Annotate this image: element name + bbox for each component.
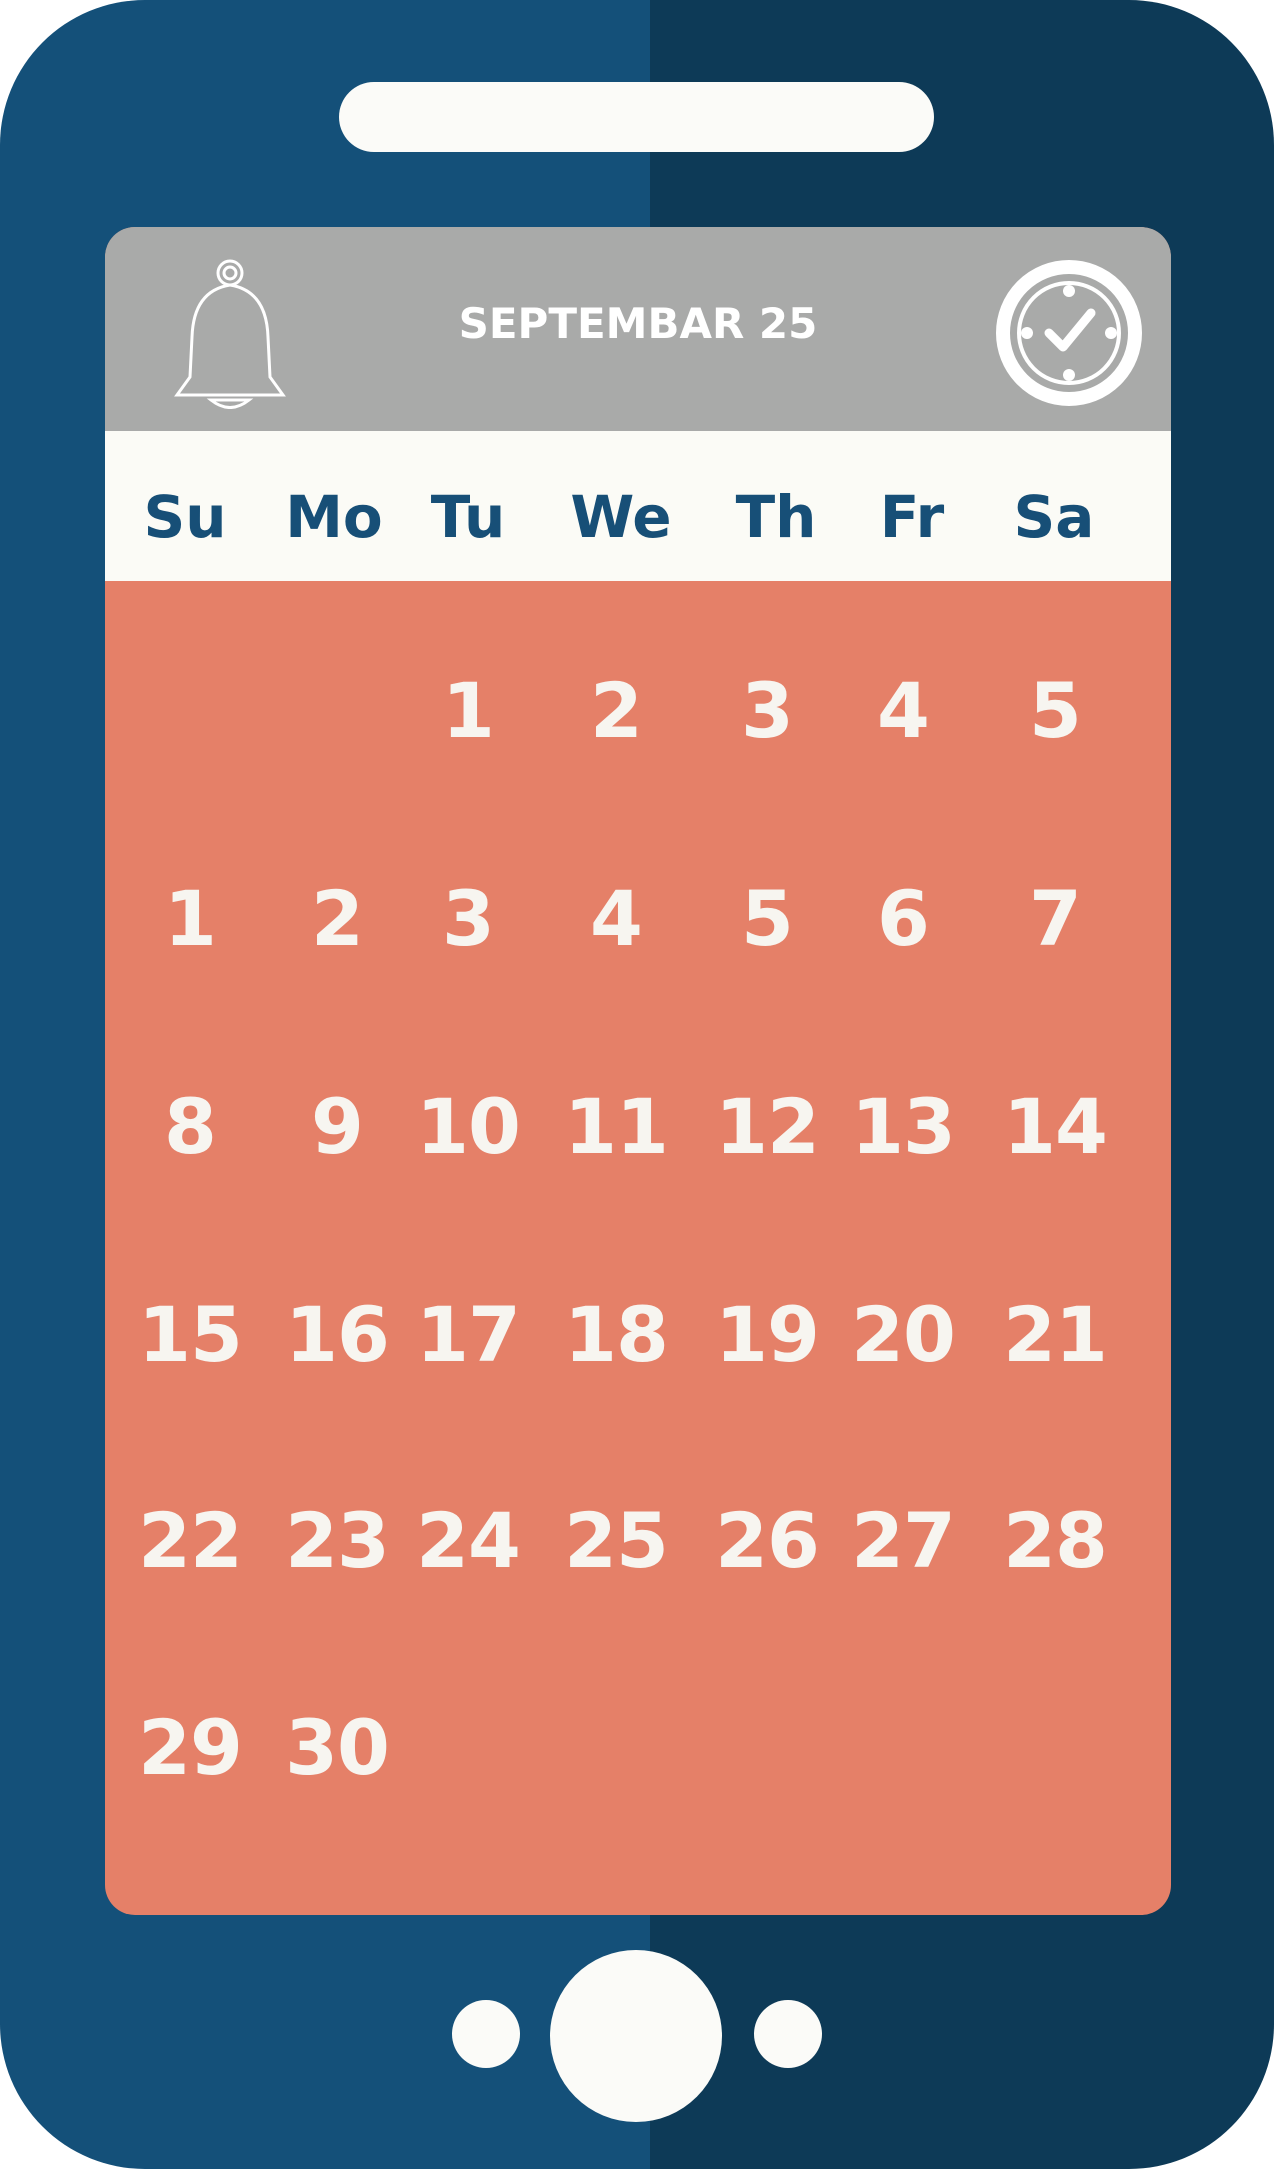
weekday-label: Mo	[285, 483, 383, 551]
calendar-day[interactable]: 3	[403, 879, 533, 959]
weekday-label: Su	[143, 483, 227, 551]
calendar-day[interactable]: 27	[838, 1501, 968, 1581]
calendar-day[interactable]: 6	[838, 879, 968, 959]
calendar-day[interactable]: 2	[272, 879, 402, 959]
calendar-header: SEPTEMBAR 25	[105, 227, 1171, 431]
calendar-day[interactable]: 14	[990, 1087, 1120, 1167]
calendar-day[interactable]: 11	[551, 1087, 681, 1167]
weekday-label: Sa	[1013, 483, 1095, 551]
calendar-day[interactable]: 7	[990, 879, 1120, 959]
calendar-day[interactable]: 24	[403, 1501, 533, 1581]
calendar-day[interactable]: 4	[551, 879, 681, 959]
speaker-slot	[339, 82, 934, 152]
phone-frame: SEPTEMBAR 25 Su Mo Tu We Th Fr Sa 1 2 3 …	[0, 0, 1274, 2169]
weekday-label: Fr	[879, 483, 945, 551]
calendar-day[interactable]: 22	[125, 1501, 255, 1581]
calendar-day[interactable]: 19	[702, 1295, 832, 1375]
calendar-day[interactable]: 1	[125, 879, 255, 959]
calendar-day[interactable]: 21	[990, 1295, 1120, 1375]
weekday-label: Th	[735, 483, 817, 551]
calendar-day[interactable]: 2	[551, 671, 681, 751]
calendar-day[interactable]: 20	[838, 1295, 968, 1375]
calendar-day[interactable]: 25	[551, 1501, 681, 1581]
left-soft-button[interactable]	[452, 2000, 520, 2068]
calendar-day[interactable]: 3	[702, 671, 832, 751]
weekday-label: We	[570, 483, 672, 551]
calendar-day[interactable]: 15	[125, 1295, 255, 1375]
calendar-day[interactable]: 12	[702, 1087, 832, 1167]
calendar-day[interactable]: 18	[551, 1295, 681, 1375]
calendar-day[interactable]: 23	[272, 1501, 402, 1581]
calendar-day[interactable]: 17	[403, 1295, 533, 1375]
calendar-day[interactable]: 4	[838, 671, 968, 751]
calendar-day[interactable]: 9	[272, 1087, 402, 1167]
calendar-day[interactable]: 8	[125, 1087, 255, 1167]
home-button[interactable]	[550, 1950, 722, 2122]
calendar-day[interactable]: 16	[272, 1295, 402, 1375]
right-soft-button[interactable]	[754, 2000, 822, 2068]
calendar-day-grid: 1 2 3 4 5 1 2 3 4 5 6 7 8 9 10 11 12 13 …	[105, 581, 1171, 1915]
calendar-day[interactable]: 5	[990, 671, 1120, 751]
calendar-day[interactable]: 30	[272, 1708, 402, 1788]
calendar-day[interactable]: 10	[403, 1087, 533, 1167]
weekday-header: Su Mo Tu We Th Fr Sa	[105, 431, 1171, 581]
calendar-day[interactable]: 13	[838, 1087, 968, 1167]
clock-check-icon[interactable]	[993, 257, 1145, 409]
calendar-day[interactable]: 26	[702, 1501, 832, 1581]
weekday-label: Tu	[430, 483, 506, 551]
calendar-day[interactable]: 28	[990, 1501, 1120, 1581]
calendar-day[interactable]: 29	[125, 1708, 255, 1788]
calendar-day[interactable]: 5	[702, 879, 832, 959]
calendar-day[interactable]: 1	[403, 671, 533, 751]
calendar-screen: SEPTEMBAR 25 Su Mo Tu We Th Fr Sa 1 2 3 …	[105, 227, 1171, 1915]
